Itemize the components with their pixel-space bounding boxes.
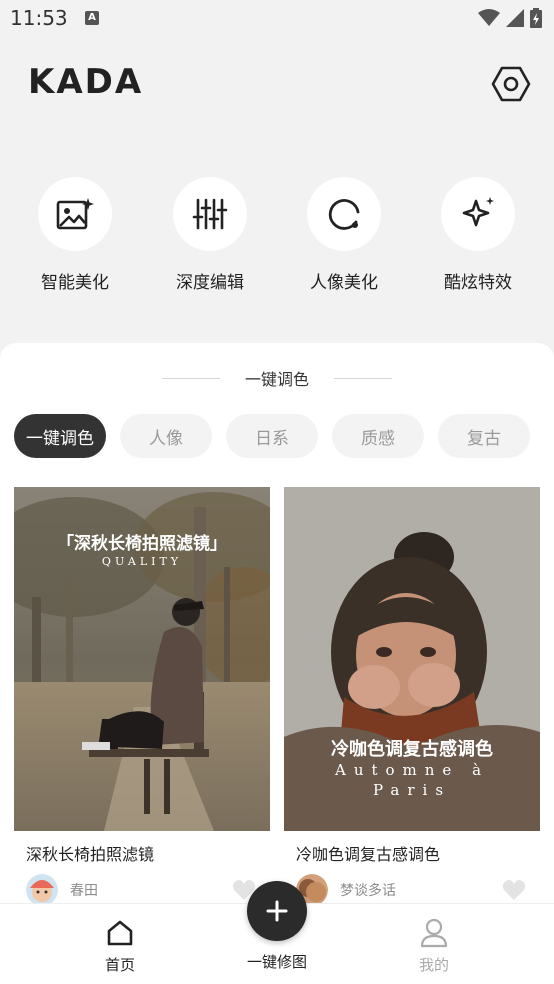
tool-smart-beautify[interactable]: 智能美化	[20, 177, 130, 293]
chip-one-click-color[interactable]: 一键调色	[14, 414, 106, 458]
profile-icon-wrap	[389, 916, 479, 950]
tool-label: 人像美化	[310, 273, 378, 293]
signal-icon	[506, 9, 524, 27]
card-overlay-title: 「深秋长椅拍照滤镜」	[57, 534, 227, 554]
heart-icon[interactable]	[502, 879, 526, 901]
status-icons	[478, 8, 542, 28]
tool-cool-effects[interactable]: 酷炫特效	[423, 177, 533, 293]
home-icon-wrap	[75, 916, 165, 950]
tool-portrait-beautify[interactable]: 人像美化	[289, 177, 399, 293]
nav-mine[interactable]: 我的	[389, 916, 479, 975]
nav-home-label: 首页	[104, 956, 135, 974]
one-click-edit-button[interactable]	[247, 881, 307, 941]
author-avatar	[26, 874, 58, 906]
sliders-icon	[192, 198, 228, 230]
chip-portrait[interactable]: 人像	[120, 414, 212, 458]
portrait-circle-icon	[328, 199, 360, 230]
status-bar: 11:53 A	[0, 0, 554, 38]
nav-home[interactable]: 首页	[75, 916, 165, 975]
notification-icon: A	[85, 11, 99, 25]
one-click-edit-label: 一键修图	[246, 953, 307, 971]
tool-label: 酷炫特效	[444, 273, 512, 293]
chip-japanese[interactable]: 日系	[226, 414, 318, 458]
card-title: 冷咖色调复古感调色	[296, 845, 441, 864]
settings-button[interactable]	[490, 63, 532, 105]
divider	[334, 378, 392, 379]
card-image: 「深秋长椅拍照滤镜」 QUALITY	[14, 487, 270, 831]
tool-circle	[38, 177, 112, 251]
battery-icon	[530, 8, 542, 28]
nav-mine-label: 我的	[418, 956, 449, 974]
filter-card[interactable]: 冷咖色调复古感调色 Automne à Paris 冷咖色调复古感调色 梦谈多话	[284, 487, 540, 907]
category-chips: 一键调色 人像 日系 质感 复古	[14, 414, 530, 458]
filter-card[interactable]: 「深秋长椅拍照滤镜」 QUALITY 深秋长椅拍照滤镜 春田	[14, 487, 270, 907]
status-time: 11:53	[10, 6, 68, 30]
wifi-icon	[478, 9, 500, 26]
plus-icon	[266, 900, 288, 922]
chip-texture[interactable]: 质感	[332, 414, 424, 458]
app-logo: KADA	[28, 62, 144, 102]
tool-label: 深度编辑	[176, 273, 244, 293]
profile-icon	[420, 918, 448, 948]
card-overlay-subtitle: Automne à	[334, 761, 490, 779]
author-name: 春田	[70, 883, 98, 899]
home-icon	[107, 920, 133, 946]
card-overlay-subtitle: QUALITY	[101, 555, 183, 568]
author-name: 梦谈多话	[340, 883, 396, 899]
portrait-woman-photo	[284, 487, 540, 831]
card-overlay-subtitle: Paris	[372, 781, 452, 799]
tool-circle	[441, 177, 515, 251]
card-title: 深秋长椅拍照滤镜	[26, 845, 155, 864]
card-overlay-title: 冷咖色调复古感调色	[331, 739, 493, 760]
chip-vintage[interactable]: 复古	[438, 414, 530, 458]
tool-label: 智能美化	[41, 273, 109, 293]
card-image: 冷咖色调复古感调色 Automne à Paris	[284, 487, 540, 831]
tool-deep-edit[interactable]: 深度编辑	[155, 177, 265, 293]
tool-circle	[173, 177, 247, 251]
image-sparkle-icon	[56, 198, 94, 230]
tool-circle	[307, 177, 381, 251]
sparkle-icon	[462, 197, 494, 227]
section-title: 一键调色	[244, 370, 309, 389]
hexagon-gear-icon	[491, 66, 531, 102]
